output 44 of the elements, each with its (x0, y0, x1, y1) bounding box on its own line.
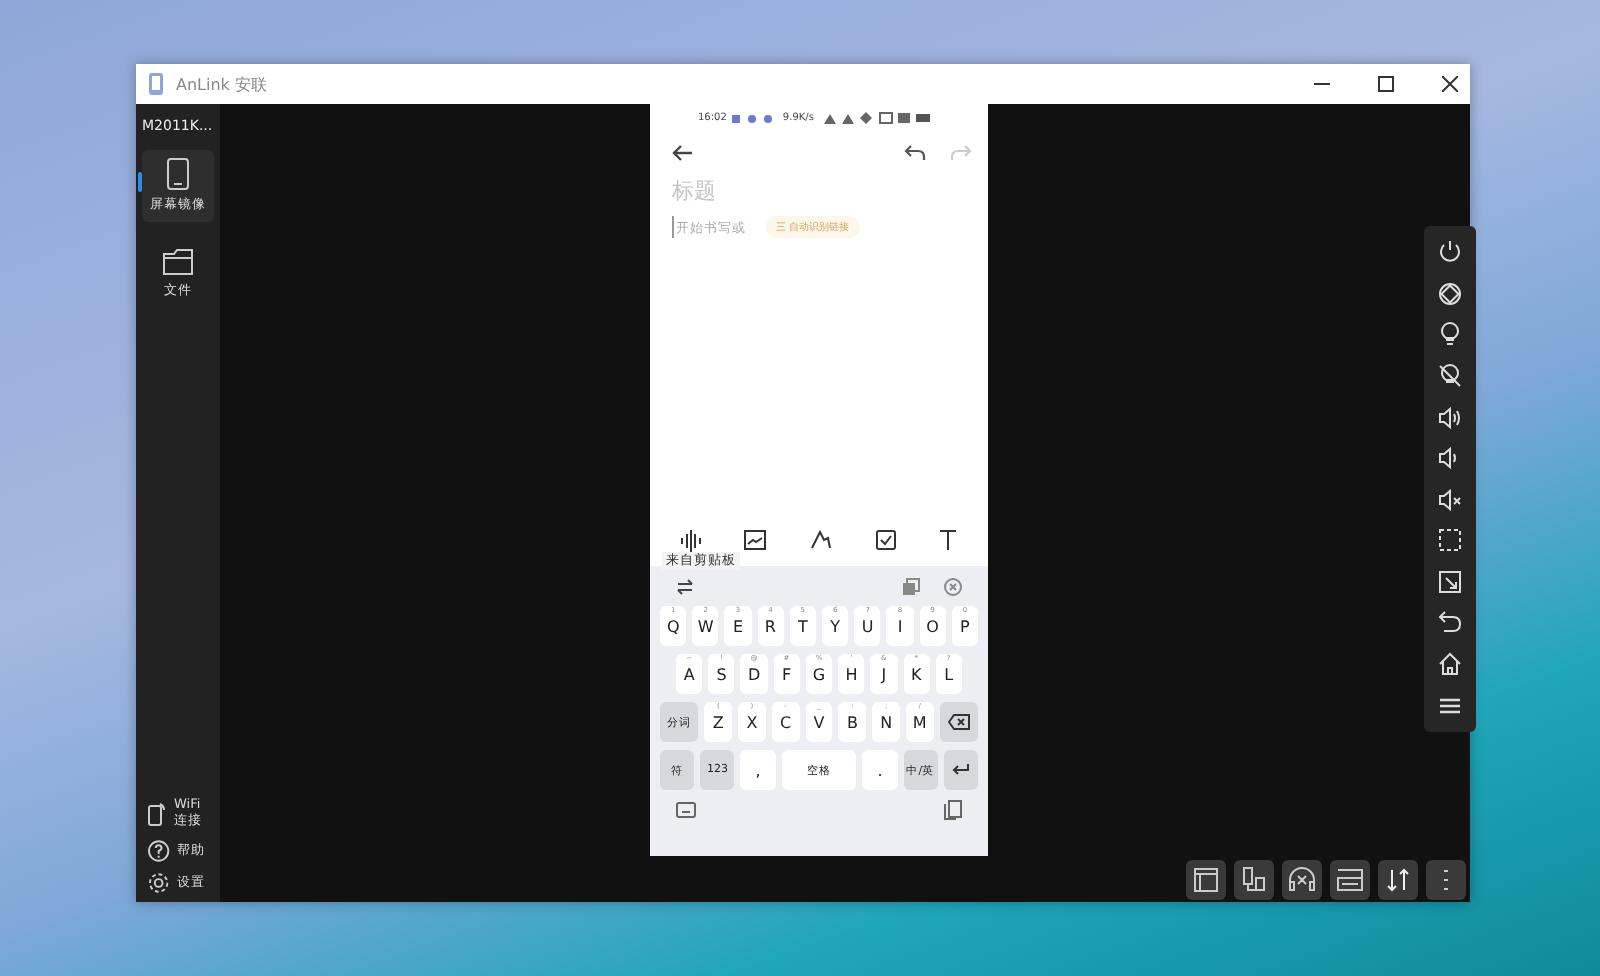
copy-icon[interactable] (944, 800, 962, 820)
help-icon (148, 840, 170, 862)
mute-icon[interactable] (1438, 487, 1462, 512)
checkbox-icon[interactable] (875, 530, 896, 550)
transfer-icon[interactable] (1378, 860, 1418, 900)
status-icons (819, 112, 932, 124)
settings-icon (148, 872, 170, 894)
rotate-icon[interactable] (1438, 281, 1462, 306)
devices-icon[interactable] (1234, 860, 1274, 900)
menu-icon[interactable] (1438, 693, 1462, 718)
back-icon[interactable] (1438, 610, 1462, 635)
undo-icon[interactable] (904, 143, 926, 161)
maximize-icon[interactable] (1378, 76, 1394, 92)
window-icon[interactable] (1186, 860, 1226, 900)
enter-key[interactable] (943, 750, 978, 790)
headset-icon[interactable] (1282, 860, 1322, 900)
text-format-icon[interactable] (938, 530, 959, 550)
enter-icon (951, 764, 970, 776)
bulb-off-icon[interactable] (1438, 364, 1462, 389)
status-icons (732, 113, 777, 123)
keyboard-key[interactable]: , (740, 750, 776, 790)
backspace-icon (947, 714, 970, 730)
window-title: AnLink 安联 (176, 73, 267, 95)
phone-icon (166, 158, 190, 190)
back-arrow-icon[interactable] (672, 143, 694, 161)
switch-icon[interactable] (676, 577, 694, 595)
select-icon[interactable] (1438, 528, 1462, 553)
vol-down-icon[interactable] (1438, 446, 1462, 471)
backspace-key[interactable] (939, 702, 979, 742)
bulb-icon[interactable] (1438, 322, 1462, 347)
app-logo-icon (148, 72, 164, 96)
phone-icon (148, 802, 166, 827)
vol-up-icon[interactable] (1438, 405, 1462, 430)
close-icon[interactable] (1442, 76, 1458, 92)
image-icon[interactable] (744, 530, 767, 550)
folder-icon (162, 248, 194, 276)
shot-icon[interactable] (1438, 569, 1462, 594)
keyboard-icon[interactable] (676, 802, 696, 818)
home-icon[interactable] (1438, 652, 1462, 677)
keyboard-key[interactable]: . (862, 750, 898, 790)
clipboard-icon[interactable] (902, 577, 920, 595)
power-icon[interactable] (1438, 240, 1462, 265)
voice-icon[interactable] (679, 529, 702, 551)
keyboard-icon[interactable] (1330, 860, 1370, 900)
